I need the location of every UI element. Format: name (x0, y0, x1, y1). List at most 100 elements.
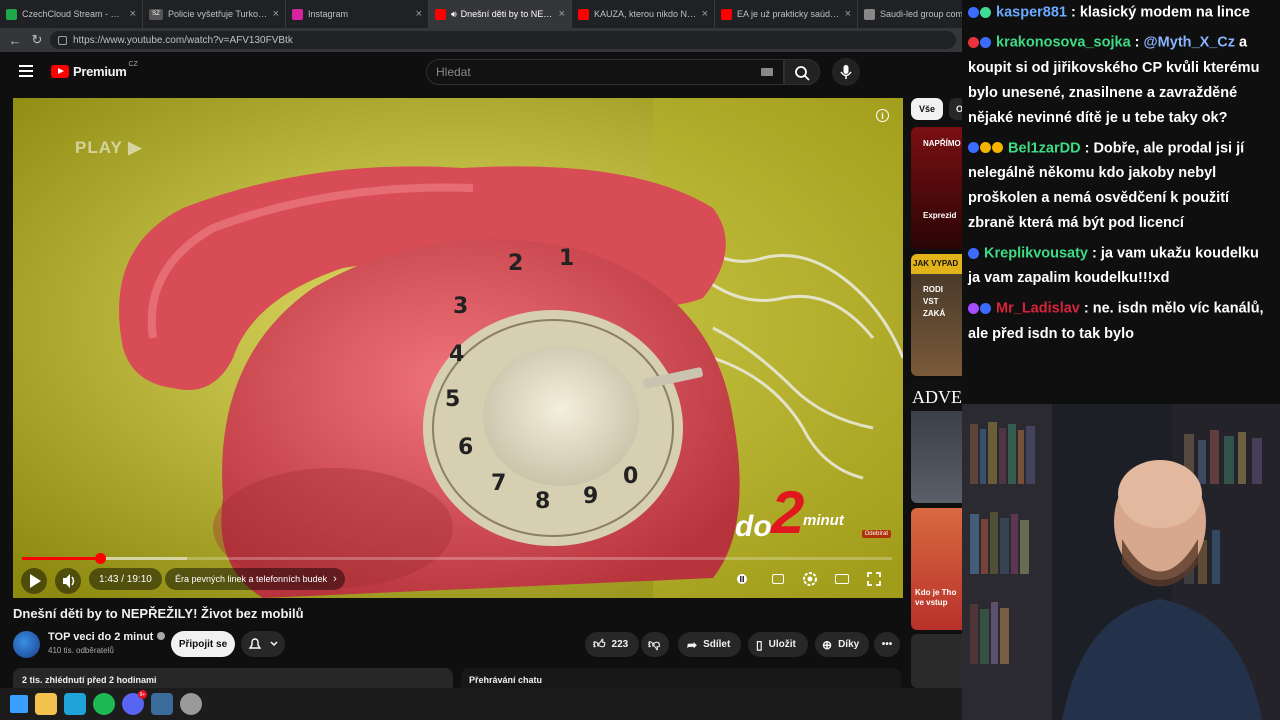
channel-name-container[interactable]: TOP veci do 2 minut (48, 631, 166, 643)
theater-mode-icon (835, 574, 849, 584)
channel-name[interactable]: TOP veci do 2 minut (48, 631, 153, 643)
recommended-thumbnail-5[interactable] (911, 634, 962, 688)
youtube-header: Premium CZ Hledat (0, 52, 962, 92)
chat-text: : klasický modem na lince (1071, 4, 1250, 21)
chip-other[interactable]: O (949, 98, 962, 120)
tab-favicon-icon (292, 8, 303, 20)
fullscreen-icon (867, 572, 881, 586)
back-arrow-icon[interactable]: ← (6, 31, 24, 49)
hamburger-menu-icon[interactable] (19, 65, 33, 77)
chat-username[interactable]: kasper881 (996, 4, 1067, 20)
thumb-1-text-bottom: Exprezid (923, 211, 957, 220)
share-label: Sdílet (703, 639, 731, 650)
youtube-premium-logo[interactable]: Premium CZ (51, 61, 138, 79)
discord-icon[interactable]: 9+ (122, 690, 147, 715)
chat-badge-icon (992, 142, 1003, 154)
keyboard-icon[interactable] (761, 68, 773, 76)
tab-close-icon[interactable]: × (130, 8, 136, 20)
more-horizontal-icon: ••• (881, 639, 893, 650)
info-icon[interactable]: i (876, 109, 889, 122)
fullscreen-button[interactable] (861, 568, 887, 590)
more-actions-button[interactable]: ••• (874, 632, 900, 657)
tab-close-icon[interactable]: × (559, 8, 565, 20)
chat-badge-icon (968, 247, 979, 259)
tab-close-icon[interactable]: × (416, 8, 422, 20)
description-box[interactable]: 2 tis. zhlédnutí před 2 hodinami (13, 668, 453, 688)
url-field[interactable]: https://www.youtube.com/watch?v=AFV130FV… (50, 31, 956, 49)
video-player[interactable]: 3 2 1 4 5 6 7 8 90 PLAY ▶ i 2 do minut Odebíra… (13, 98, 903, 598)
thumb-2-text-top: JAK VYPAD (913, 259, 959, 268)
thanks-label: Díky (838, 639, 860, 650)
share-button[interactable]: ➦ Sdílet (678, 632, 741, 657)
browser-tab[interactable]: EA je už prakticky saúdská. E × (715, 0, 858, 28)
browser-tab[interactable]: CzechCloud Stream - Watch × (0, 0, 143, 28)
play-button[interactable] (21, 568, 47, 594)
thumb-4-text-bottom: Kdo je Tho ve vstup (915, 588, 957, 607)
file-explorer-icon[interactable] (35, 693, 57, 715)
url-text: https://www.youtube.com/watch?v=AFV130FV… (73, 34, 293, 46)
settings-button[interactable] (797, 568, 823, 590)
browser-tab[interactable]: Instagram × (286, 0, 429, 28)
subtitles-button[interactable] (765, 568, 791, 590)
progress-bar[interactable] (22, 553, 892, 564)
save-button[interactable]: ▯ Uložit (748, 632, 808, 657)
mute-button[interactable] (55, 568, 81, 594)
recommended-thumbnail-4[interactable]: Kdo je Tho ve vstup (911, 508, 962, 630)
tab-close-icon[interactable]: × (273, 8, 279, 20)
channel-avatar[interactable] (13, 631, 40, 658)
like-button[interactable]: 👍︎ 223 (585, 632, 639, 657)
svg-text:8: 8 (535, 489, 550, 514)
chat-badge-icon (980, 302, 991, 314)
browser-tab[interactable]: Saudi-led group complet (858, 0, 962, 28)
site-info-icon[interactable] (58, 35, 67, 45)
chat-replay-panel[interactable]: Přehrávání chatu (461, 668, 901, 688)
chat-username[interactable]: krakonosova_sojka (996, 35, 1131, 51)
video-title: Dnešní děti by to NEPŘEŽILY! Život bez m… (13, 606, 304, 621)
chat-badge-icon (980, 142, 991, 154)
svg-text:9: 9 (583, 484, 598, 509)
recommended-thumbnail-2[interactable]: JAK VYPAD RODI VST ZAKÁ (911, 254, 962, 376)
logo-region: CZ (128, 61, 138, 68)
subscribe-watermark[interactable]: Odebírat (861, 530, 891, 538)
address-bar: ← ↻ https://www.youtube.com/watch?v=AFV1… (0, 28, 962, 52)
chat-username[interactable]: Mr_Ladislav (996, 301, 1080, 317)
settings-app-icon[interactable] (180, 693, 202, 715)
tab-audio-icon[interactable]: 🔊︎ (451, 9, 457, 20)
voice-search-button[interactable] (832, 58, 860, 86)
tab-close-icon[interactable]: × (845, 8, 851, 20)
chat-mention[interactable]: @Myth_X_Cz (1144, 35, 1236, 51)
edge-browser-icon[interactable] (64, 693, 86, 715)
chapter-button[interactable]: Éra pevných linek a telefonních budek › (165, 568, 345, 590)
chat-username[interactable]: Kreplikvousaty (984, 245, 1088, 261)
browser-tab[interactable]: KAUZA, kterou nikdo NECHÁ × (572, 0, 715, 28)
join-button[interactable]: Připojit se (171, 631, 235, 657)
chat-username[interactable]: Bel1zarDD (1008, 140, 1081, 156)
tab-close-icon[interactable]: × (702, 8, 708, 20)
chat-badges (968, 241, 980, 266)
steam-icon[interactable] (151, 693, 173, 715)
dislike-button[interactable]: 👎︎ (641, 632, 669, 657)
browser-tab[interactable]: 🔊︎ Dnešní děti by to NEPŘE × (429, 0, 572, 28)
search-button[interactable] (784, 59, 820, 85)
tab-title: KAUZA, kterou nikdo NECHÁ (594, 9, 698, 19)
recommended-thumbnail-1[interactable]: NAPŘÍMO Exprezid (911, 127, 962, 249)
chip-all[interactable]: Vše (911, 98, 943, 120)
chevron-right-icon: › (333, 573, 337, 585)
brand-two: 2 (771, 479, 805, 546)
tab-title: Saudi-led group complet (880, 9, 962, 19)
browser-tab[interactable]: SZ Policie vyšetřuje Turkovu nej × (143, 0, 286, 28)
reload-icon[interactable]: ↻ (28, 31, 46, 49)
notifications-button[interactable] (241, 631, 285, 657)
search-input[interactable]: Hledat (426, 59, 784, 85)
recommended-thumbnail-3[interactable]: ADVE (911, 381, 962, 503)
spotify-icon[interactable] (93, 693, 115, 715)
svg-text:3: 3 (453, 294, 468, 319)
tab-title: CzechCloud Stream - Watch (22, 9, 126, 19)
recommendation-chips: Vše O (911, 98, 962, 120)
chat-badges (968, 136, 1004, 161)
thanks-button[interactable]: ⊕ Díky (815, 632, 869, 657)
theater-mode-button[interactable] (829, 568, 855, 590)
thumb-3-text-top: ADVE (912, 387, 962, 407)
windows-start-icon[interactable] (10, 695, 28, 713)
autoplay-toggle[interactable] (729, 568, 755, 590)
